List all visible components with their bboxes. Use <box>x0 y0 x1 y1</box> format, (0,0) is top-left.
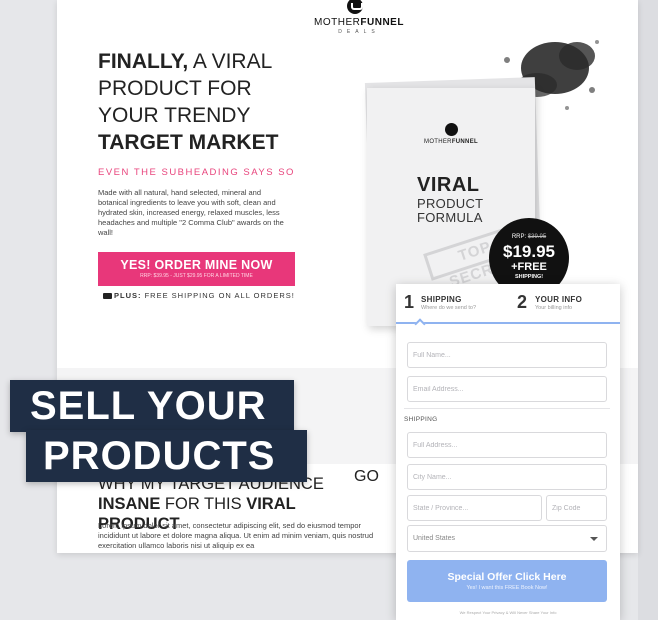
step2-number: 2 <box>517 292 528 312</box>
submit-button-sub: Yes! I want this FREE Book Now! <box>466 585 548 591</box>
badge-shipping: SHIPPING! <box>514 274 544 280</box>
overlay-caption-line1: SELL YOUR <box>10 380 294 432</box>
hero-body: Made with all natural, hand selected, mi… <box>98 188 284 237</box>
hero-subheading: EVEN THE SUBHEADING SAYS SO <box>98 167 295 178</box>
badge-free: +FREE <box>511 261 547 273</box>
privacy-note: We Respect Your Privacy & Will Never Sha… <box>459 610 557 615</box>
truck-icon <box>103 293 112 299</box>
order-button-label: YES! ORDER MINE NOW <box>120 258 273 272</box>
order-form: 1 SHIPPING Where do we send to? 2 YOUR I… <box>396 284 620 620</box>
chevron-down-icon <box>590 537 598 541</box>
address-field[interactable] <box>407 432 607 458</box>
book-subtitle-1: PRODUCT <box>417 196 484 211</box>
book-brand: MOTHERFUNNEL <box>424 139 478 145</box>
step1-title[interactable]: SHIPPING <box>421 295 462 304</box>
step2-subtitle: Your billing info <box>535 305 573 311</box>
hero-headline: FINALLY, A VIRAL PRODUCT FOR YOUR TRENDY… <box>98 50 279 154</box>
brand-logo[interactable]: MOTHERFUNNEL DEALS <box>304 0 414 40</box>
order-button-sub: RRP: $39.95 - JUST $29.95 FOR A LIMITED … <box>140 273 253 279</box>
shipping-section-label: SHIPPING <box>404 416 438 423</box>
country-select-value: United States <box>413 535 456 542</box>
state-field[interactable] <box>407 495 542 521</box>
submit-button[interactable]: Special Offer Click Here Yes! I want thi… <box>407 560 607 602</box>
book-title: VIRAL <box>417 174 480 196</box>
zip-field[interactable] <box>546 495 607 521</box>
form-steps: 1 SHIPPING Where do we send to? 2 YOUR I… <box>396 284 620 330</box>
country-select[interactable]: United States <box>407 525 607 552</box>
order-button[interactable]: YES! ORDER MINE NOW RRP: $39.95 - JUST $… <box>98 252 295 286</box>
email-field[interactable] <box>407 376 607 402</box>
badge-price: $19.95 <box>503 242 555 261</box>
brand-tag: DEALS <box>338 29 380 35</box>
brand-name: MOTHERFUNNEL <box>314 17 404 28</box>
background-strip <box>638 0 658 620</box>
step1-number: 1 <box>404 292 415 312</box>
overlay-caption-line2: PRODUCTS <box>26 430 307 482</box>
form-divider <box>404 408 610 409</box>
active-step-indicator <box>414 318 426 330</box>
section-heading-tail: GO <box>354 468 379 485</box>
cart-icon <box>347 0 363 14</box>
submit-button-label: Special Offer Click Here <box>447 571 567 583</box>
full-name-field[interactable] <box>407 342 607 368</box>
cart-icon <box>445 123 458 136</box>
step1-subtitle: Where do we send to? <box>421 305 477 311</box>
badge-rrp: RRP: $39.95 <box>511 234 547 240</box>
step2-title[interactable]: YOUR INFO <box>535 295 582 304</box>
city-field[interactable] <box>407 464 607 490</box>
section-body: Lorem ipsum dolor sit amet, consectetur … <box>98 521 374 550</box>
free-shipping-note: PLUS: FREE SHIPPING ON ALL ORDERS! <box>103 291 353 300</box>
